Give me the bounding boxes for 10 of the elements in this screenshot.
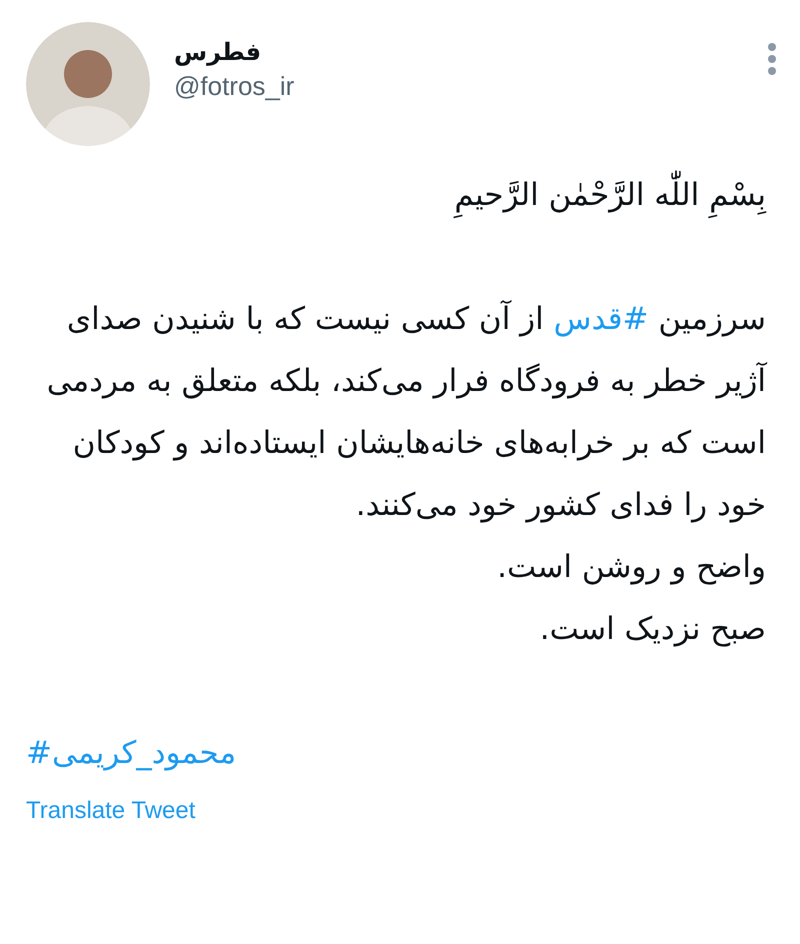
tweet-text: صبح نزدیک است. (538, 610, 766, 649)
author-handle[interactable]: @fotros_ir (174, 71, 294, 101)
translate-link[interactable]: Translate Tweet (26, 792, 196, 828)
tweet-text: سرزمین #قدس از آن کسی نیست که با شنیدن صدای آژیر خطر به فرودگاه فرار می‌کند، بلکه متعلق به مردمی است که بر خرابه‌های خانه‌هایشان ایستاده‌اند و کودکان خود را فدای کشور خود می‌کنند. (46, 299, 766, 525)
hashtag-link[interactable]: #قدس (554, 301, 649, 337)
hashtag-link[interactable]: #محمود_کریمی (26, 730, 236, 776)
tweet-text: بِسْمِ اللّٰه الرَّحْمٰن الرَّحیمِ (26, 164, 766, 226)
more-options-icon[interactable] (766, 42, 778, 76)
tweet-text: واضح و روشن است. (496, 548, 766, 587)
author-name[interactable]: فطرس (174, 38, 262, 67)
